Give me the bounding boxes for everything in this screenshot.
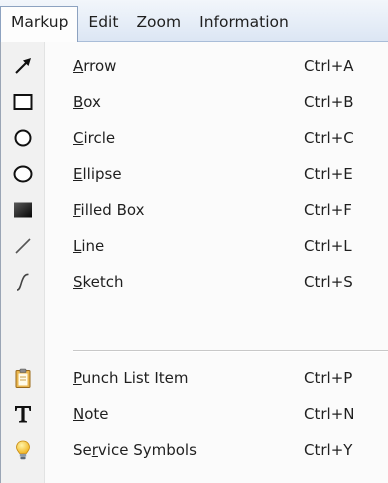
menu-item-label: Box: [73, 93, 101, 111]
circle-icon: [5, 120, 41, 156]
menu-item-label: Filled Box: [73, 201, 145, 219]
shortcut-text: Ctrl+S: [304, 273, 353, 291]
lightbulb-icon: [5, 432, 41, 468]
shortcut-text: Ctrl+Y: [304, 441, 353, 459]
menu-item-sketch[interactable]: Sketch Ctrl+S: [1, 264, 388, 300]
menu-information[interactable]: Information: [190, 7, 298, 41]
menu-item-note[interactable]: Note Ctrl+N: [1, 396, 388, 432]
sketch-icon: [5, 264, 41, 300]
shortcut-text: Ctrl+B: [304, 93, 354, 111]
markup-dropdown-menu: Arrow Ctrl+A Box Ctrl+B Circle Ctrl+C El…: [0, 42, 388, 483]
menu-markup[interactable]: Markup: [0, 6, 79, 42]
box-icon: [5, 84, 41, 120]
menu-separator: [73, 350, 388, 352]
shortcut-text: Ctrl+L: [304, 237, 352, 255]
menu-item-circle[interactable]: Circle Ctrl+C: [1, 120, 388, 156]
menu-item-punch-list-item[interactable]: Punch List Item Ctrl+P: [1, 360, 388, 396]
menu-item-service-symbols[interactable]: Service Symbols Ctrl+Y: [1, 432, 388, 468]
menu-item-filled-box[interactable]: Filled Box Ctrl+F: [1, 192, 388, 228]
menu-item-label: Line: [73, 237, 105, 255]
menu-item-label: Ellipse: [73, 165, 122, 183]
shortcut-text: Ctrl+C: [304, 129, 354, 147]
menu-edit[interactable]: Edit: [79, 7, 127, 41]
menu-item-label: Service Symbols: [73, 441, 197, 459]
menu-zoom[interactable]: Zoom: [127, 7, 190, 41]
menu-item-label: Circle: [73, 129, 116, 147]
menu-item-box[interactable]: Box Ctrl+B: [1, 84, 388, 120]
menu-bar: Markup Edit Zoom Information: [0, 0, 388, 42]
text-t-icon: [5, 396, 41, 432]
clipboard-icon: [5, 360, 41, 396]
shortcut-text: Ctrl+A: [304, 57, 354, 75]
menu-item-ellipse[interactable]: Ellipse Ctrl+E: [1, 156, 388, 192]
line-icon: [5, 228, 41, 264]
menu-item-label: Sketch: [73, 273, 124, 291]
ellipse-icon: [5, 156, 41, 192]
shortcut-text: Ctrl+F: [304, 201, 352, 219]
menu-item-label: Punch List Item: [73, 369, 189, 387]
shortcut-text: Ctrl+E: [304, 165, 353, 183]
menu-item-arrow[interactable]: Arrow Ctrl+A: [1, 48, 388, 84]
shortcut-text: Ctrl+P: [304, 369, 353, 387]
menu-item-label: Note: [73, 405, 109, 423]
menu-item-line[interactable]: Line Ctrl+L: [1, 228, 388, 264]
filled-box-icon: [5, 192, 41, 228]
menu-item-label: Arrow: [73, 57, 117, 75]
shortcut-text: Ctrl+N: [304, 405, 355, 423]
arrow-icon: [5, 48, 41, 84]
